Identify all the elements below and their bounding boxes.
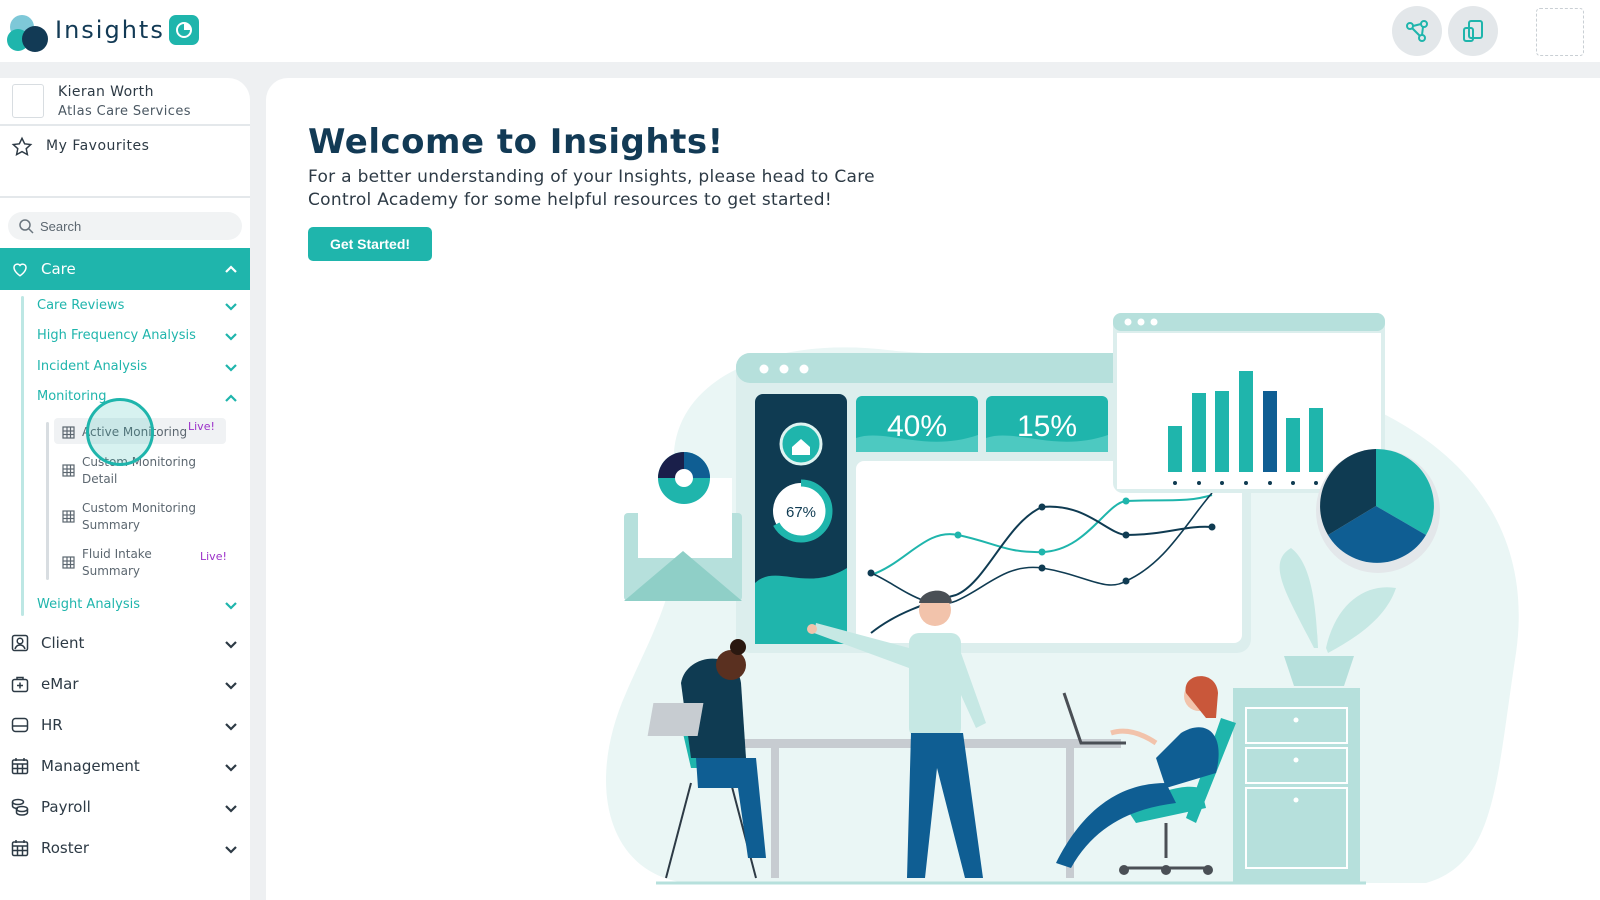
live-badge: Live! bbox=[200, 550, 227, 563]
nav-fluid-intake-summary-label: Fluid Intake Summary bbox=[82, 547, 152, 578]
nav-fluid-intake-summary[interactable]: Fluid Intake Summary Live! bbox=[54, 546, 227, 582]
profile-avatar[interactable] bbox=[1536, 8, 1584, 56]
nav-high-frequency-analysis[interactable]: High Frequency Analysis bbox=[37, 328, 196, 343]
star-icon bbox=[11, 136, 33, 157]
coins-icon bbox=[11, 798, 29, 816]
chevron-down-icon bbox=[225, 846, 237, 854]
nav-care-label: Care bbox=[41, 260, 76, 278]
top-bar: Insights bbox=[0, 0, 1600, 62]
chevron-down-icon bbox=[225, 682, 237, 690]
click-indicator bbox=[86, 398, 154, 466]
chevron-down-icon bbox=[225, 723, 237, 731]
search-icon bbox=[19, 219, 34, 234]
user-profile[interactable]: Kieran Worth Atlas Care Services bbox=[0, 78, 250, 126]
insights-badge-icon[interactable] bbox=[169, 15, 199, 45]
intro-text: For a better understanding of your Insig… bbox=[308, 167, 875, 210]
nav-custom-monitoring-summary-label: Custom Monitoring Summary bbox=[82, 501, 196, 532]
chevron-up-icon bbox=[225, 265, 237, 273]
search-input[interactable] bbox=[40, 216, 230, 236]
stat-tile-1: 40% bbox=[887, 410, 947, 443]
table-icon bbox=[62, 510, 75, 523]
nav-hr-label: HR bbox=[41, 716, 63, 734]
nav-management-label: Management bbox=[41, 757, 140, 775]
brand-name: Insights bbox=[55, 16, 165, 44]
care-tree-line bbox=[21, 296, 24, 616]
calendar-icon bbox=[11, 840, 29, 857]
ring-stat: 67% bbox=[786, 504, 816, 521]
hr-icon bbox=[11, 717, 29, 733]
nav-emar-label: eMar bbox=[41, 675, 79, 693]
calendar-grid-icon bbox=[11, 758, 29, 775]
user-name: Kieran Worth bbox=[58, 84, 154, 100]
heart-icon bbox=[13, 263, 27, 277]
nav-weight-analysis[interactable]: Weight Analysis bbox=[37, 597, 140, 612]
client-icon bbox=[11, 634, 29, 652]
favourites-label: My Favourites bbox=[46, 138, 150, 154]
chevron-down-icon bbox=[225, 764, 237, 772]
welcome-illustration: 67% 40% 15% bbox=[606, 313, 1519, 885]
nav-roster-label: Roster bbox=[41, 839, 90, 857]
get-started-button[interactable]: Get Started! bbox=[308, 227, 432, 261]
page-title: Welcome to Insights! bbox=[308, 122, 724, 162]
chevron-down-icon bbox=[225, 641, 237, 649]
table-icon bbox=[62, 556, 75, 569]
network-icon bbox=[1406, 20, 1428, 42]
nav-monitoring[interactable]: Monitoring bbox=[37, 389, 107, 404]
chevron-down-icon bbox=[225, 805, 237, 813]
pie-chart-graphic bbox=[1316, 448, 1440, 573]
main-content: Welcome to Insights! For a better unders… bbox=[266, 78, 1600, 900]
connections-button[interactable] bbox=[1392, 6, 1442, 56]
nav-emar[interactable]: eMar bbox=[0, 665, 250, 705]
nav-care[interactable]: Care bbox=[0, 248, 250, 290]
chevron-down-icon[interactable] bbox=[224, 300, 238, 314]
user-organisation: Atlas Care Services bbox=[58, 104, 191, 119]
chevron-down-icon[interactable] bbox=[224, 361, 238, 375]
table-icon bbox=[62, 464, 75, 477]
nav-payroll-label: Payroll bbox=[41, 798, 91, 816]
nav-care-reviews[interactable]: Care Reviews bbox=[37, 298, 124, 313]
chevron-down-icon[interactable] bbox=[224, 599, 238, 613]
nav-client-label: Client bbox=[41, 634, 85, 652]
nav-custom-monitoring-summary[interactable]: Custom Monitoring Summary bbox=[54, 500, 226, 536]
insights-logo-icon bbox=[7, 15, 48, 52]
user-avatar bbox=[12, 84, 44, 118]
nav-payroll[interactable]: Payroll bbox=[0, 788, 250, 828]
monitoring-tree-line bbox=[46, 422, 49, 580]
my-favourites[interactable]: My Favourites bbox=[0, 128, 250, 198]
chevron-up-icon[interactable] bbox=[224, 391, 238, 405]
nav-management[interactable]: Management bbox=[0, 747, 250, 787]
nav-hr[interactable]: HR bbox=[0, 706, 250, 746]
sidebar: Kieran Worth Atlas Care Services My Favo… bbox=[0, 78, 250, 900]
nav-roster[interactable]: Roster bbox=[0, 829, 250, 869]
nav-incident-analysis[interactable]: Incident Analysis bbox=[37, 359, 147, 374]
stat-tile-2: 15% bbox=[1017, 410, 1077, 443]
device-switch-icon bbox=[1463, 20, 1483, 42]
medical-case-icon bbox=[11, 676, 29, 693]
nav-client[interactable]: Client bbox=[0, 624, 250, 664]
table-icon bbox=[62, 426, 75, 439]
live-badge: Live! bbox=[188, 420, 215, 433]
chevron-down-icon[interactable] bbox=[224, 330, 238, 344]
sidebar-search bbox=[8, 212, 242, 240]
switch-app-button[interactable] bbox=[1448, 6, 1498, 56]
